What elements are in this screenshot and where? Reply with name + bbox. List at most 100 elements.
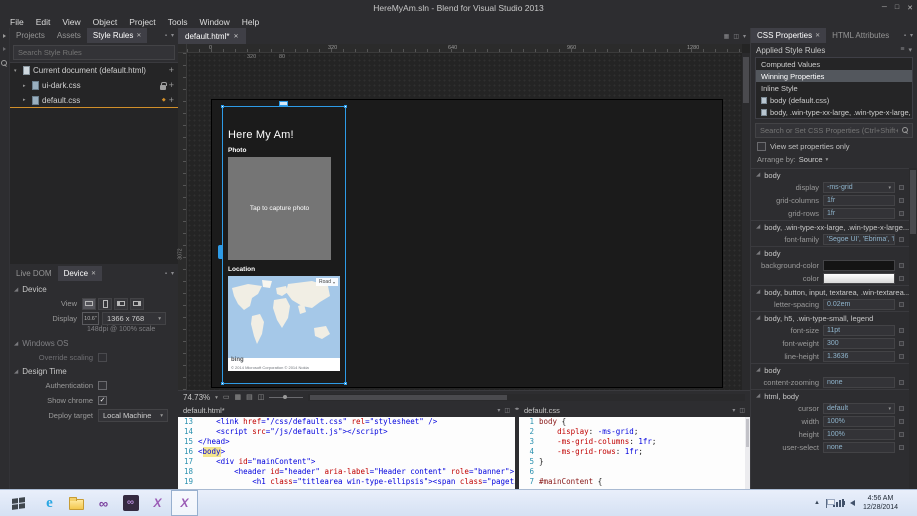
split-view-icon[interactable]: ◫ [733, 33, 739, 40]
map-style-button[interactable]: Road ▾ [316, 278, 338, 286]
collapse-triangle-icon[interactable]: ◢ [756, 172, 760, 178]
artboard-vertical-scrollbar[interactable] [742, 53, 750, 390]
collapse-triangle-icon[interactable]: ◢ [756, 315, 760, 321]
hidden-icons-chevron[interactable]: ▲ [814, 500, 820, 506]
property-group-header[interactable]: ◢body, .win-type-xx-large, .win-type-x-l… [751, 220, 909, 233]
collapse-triangle-icon[interactable]: ◢ [756, 393, 760, 399]
file-explorer-icon[interactable] [63, 490, 90, 516]
tab-html-attributes[interactable]: HTML Attributes [826, 28, 895, 43]
menu-object[interactable]: Object [87, 17, 124, 27]
chevron-down-icon[interactable]: ▾ [732, 407, 735, 414]
menu-edit[interactable]: Edit [30, 17, 57, 27]
deploy-target-select[interactable]: Local Machine ▾ [98, 409, 168, 422]
css-property-value-user-select[interactable]: none [823, 442, 895, 453]
direct-selection-tool-icon[interactable] [3, 47, 6, 51]
show-chrome-checkbox[interactable]: ✓ [98, 396, 107, 405]
collapse-triangle-icon[interactable]: ◢ [756, 289, 760, 295]
tab-assets[interactable]: Assets [51, 28, 87, 43]
taskbar-clock[interactable]: 4:56 AM 12/28/2014 [861, 494, 900, 512]
css-property-value-width[interactable]: 100% [823, 416, 895, 427]
property-marker[interactable] [899, 380, 904, 385]
property-marker[interactable] [899, 198, 904, 203]
close-icon[interactable]: ✕ [136, 32, 141, 39]
tree-item-ui-dark-css[interactable]: ▸ ui-dark.css + [10, 78, 178, 93]
maximize-button[interactable]: □ [895, 4, 899, 11]
override-scaling-checkbox[interactable] [98, 353, 107, 362]
internet-explorer-icon[interactable]: e [36, 490, 63, 516]
add-rule-icon[interactable]: + [169, 96, 174, 105]
tab-css-properties[interactable]: CSS Properties✕ [751, 28, 826, 43]
css-code-body[interactable]: 1body {2 display: -ms-grid;3 -ms-grid-co… [519, 417, 750, 489]
body-selection-outline[interactable]: Here My Am! Photo Tap to capture photo L… [222, 106, 346, 384]
css-property-value-display[interactable]: -ms-grid▾ [823, 182, 895, 193]
view-landscape-button[interactable] [82, 298, 96, 310]
arrange-by-select[interactable]: Source [799, 155, 823, 164]
artboard-horizontal-scrollbar[interactable] [308, 394, 745, 401]
css-property-value-grid-columns[interactable]: 1fr [823, 195, 895, 206]
chevron-down-icon[interactable]: ▾ [215, 395, 218, 401]
property-group-header[interactable]: ◢body [751, 246, 909, 259]
style-rule-item[interactable]: body (default.css) [756, 94, 912, 106]
property-marker[interactable] [899, 302, 904, 307]
volume-icon[interactable] [850, 500, 855, 506]
visual-studio-icon[interactable]: ∞ [90, 490, 117, 516]
fit-to-screen-icon[interactable]: ▭ [223, 394, 230, 401]
tab-style-rules[interactable]: Style Rules✕ [87, 28, 148, 43]
zoom-tool-icon[interactable] [1, 60, 8, 67]
property-marker[interactable] [899, 211, 904, 216]
minimize-button[interactable]: ─ [882, 4, 887, 11]
tab-projects[interactable]: Projects [10, 28, 51, 43]
css-property-value-background-color[interactable] [823, 260, 895, 271]
view-snapped-left-button[interactable] [114, 298, 128, 310]
property-marker[interactable] [899, 185, 904, 190]
visual-studio-dark-icon[interactable]: ∞ [117, 490, 144, 516]
blend-icon[interactable]: X [144, 490, 171, 516]
properties-scrollbar[interactable] [909, 168, 917, 489]
close-icon[interactable]: ✕ [815, 32, 820, 39]
collapse-triangle-icon[interactable]: ◢ [756, 250, 760, 256]
collapse-triangle-icon[interactable]: ◢ [756, 224, 760, 230]
property-marker[interactable] [899, 237, 904, 242]
property-group-header[interactable]: ◢body, h5, .win-type-small, legend [751, 311, 909, 324]
css-property-value-height[interactable]: 100% [823, 429, 895, 440]
split-view-icon[interactable]: ◫ [739, 407, 745, 414]
close-icon[interactable]: ✕ [233, 33, 238, 40]
tab-default-html[interactable]: default.html* ✕ [178, 28, 246, 44]
property-marker[interactable] [899, 432, 904, 437]
css-property-value-color[interactable] [823, 273, 895, 284]
close-icon[interactable]: ✕ [91, 270, 96, 277]
expander-icon[interactable]: ▸ [23, 97, 29, 103]
property-group-header[interactable]: ◢body [751, 363, 909, 376]
zoom-slider[interactable] [269, 397, 303, 398]
property-marker[interactable] [899, 445, 904, 450]
menu-file[interactable]: File [4, 17, 30, 27]
style-rule-item[interactable]: body, .win-type-xx-large, .win-type-x-la… [756, 106, 912, 118]
zoom-level[interactable]: 74.73% [183, 393, 210, 402]
chevron-down-icon[interactable]: ▾ [171, 32, 174, 39]
expander-icon[interactable]: ▸ [23, 83, 29, 89]
style-rule-item[interactable]: Winning Properties [756, 70, 912, 82]
view-set-properties-checkbox[interactable] [757, 142, 766, 151]
photo-placeholder[interactable]: Tap to capture photo [228, 157, 331, 260]
expander-icon[interactable]: ▾ [14, 68, 20, 74]
chevron-down-icon[interactable]: ▾ [171, 270, 174, 277]
blend-active-icon[interactable]: X [171, 490, 198, 516]
style-rules-search-input[interactable] [14, 48, 174, 57]
close-button[interactable]: ✕ [907, 4, 913, 12]
css-property-value-font-weight[interactable]: 300 [823, 338, 895, 349]
pin-icon[interactable]: ▪ [165, 271, 167, 277]
design-time-section-header[interactable]: ◢ Design Time [10, 365, 178, 378]
design-canvas[interactable]: Here My Am! Photo Tap to capture photo L… [187, 53, 742, 390]
selection-tool-icon[interactable] [3, 34, 6, 38]
tab-live-dom[interactable]: Live DOM [10, 266, 58, 281]
selection-handle[interactable] [344, 382, 347, 385]
chevron-down-icon[interactable]: ▾ [908, 46, 912, 54]
pin-icon[interactable]: ▪ [165, 33, 167, 39]
pin-icon[interactable]: ▪ [904, 33, 906, 39]
css-properties-search-input[interactable] [756, 126, 902, 135]
selection-handle[interactable] [221, 105, 224, 108]
collapse-triangle-icon[interactable]: ◢ [756, 367, 760, 373]
selection-handle[interactable] [344, 105, 347, 108]
device-section-header[interactable]: ◢ Device [10, 283, 178, 296]
css-property-value-cursor[interactable]: default▾ [823, 403, 895, 414]
